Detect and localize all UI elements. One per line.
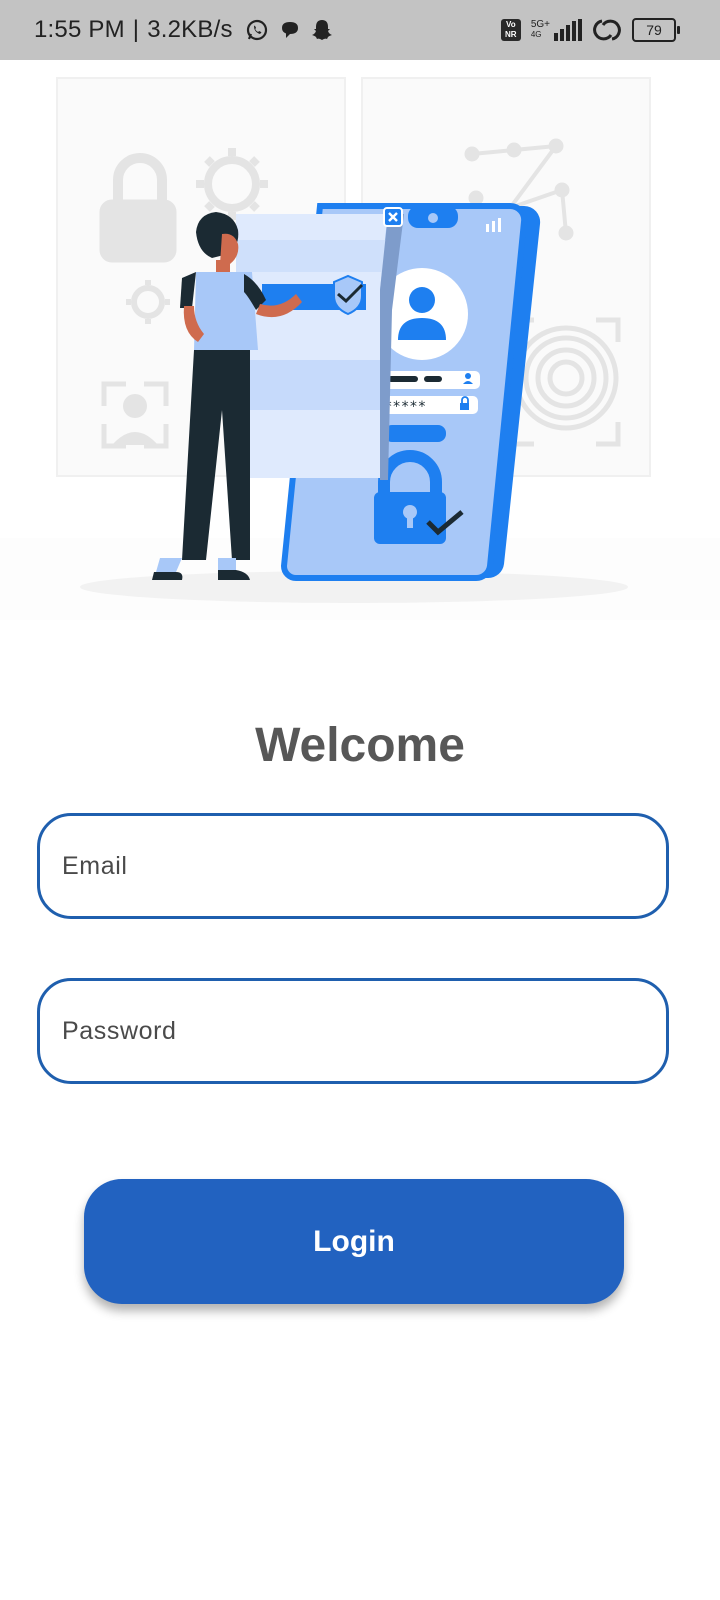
status-network-speed: 3.2KB/s: [147, 16, 233, 43]
network-type-primary: 5G+: [530, 19, 550, 30]
password-input[interactable]: [60, 1015, 666, 1047]
status-right: Vo NR 5G+ 4G 79: [500, 0, 680, 60]
volte-label-bottom: NR: [505, 30, 517, 39]
login-button-label: Login: [313, 1224, 395, 1258]
battery-level: 79: [646, 22, 662, 38]
network-type: 5G+ 4G: [531, 20, 550, 40]
notification-icons: [245, 18, 333, 42]
status-time: 1:55 PM: [34, 16, 125, 43]
network-type-secondary: 4G: [530, 30, 542, 39]
status-left: 1:55 PM | 3.2KB/s: [34, 0, 333, 60]
status-separator: |: [132, 16, 140, 43]
snapchat-icon: [311, 20, 332, 40]
email-input[interactable]: [60, 850, 666, 882]
signal-icon: [554, 19, 582, 41]
hotspot-icon: [593, 19, 621, 41]
welcome-title: Welcome: [255, 719, 465, 772]
email-field[interactable]: [37, 813, 669, 919]
password-field[interactable]: [37, 978, 669, 1084]
whatsapp-icon: [246, 19, 267, 41]
volte-label-top: Vo: [505, 20, 516, 29]
chat-bubble-icon: [281, 22, 298, 38]
login-security-illustration: *****: [0, 77, 720, 620]
login-button[interactable]: Login: [84, 1179, 624, 1304]
svg-text:*****: *****: [384, 399, 426, 415]
volte-badge: Vo NR: [500, 19, 521, 41]
status-bar: 1:55 PM | 3.2KB/s Vo NR 5G+ 4G 79: [0, 0, 720, 60]
battery-indicator: 79: [632, 18, 680, 42]
